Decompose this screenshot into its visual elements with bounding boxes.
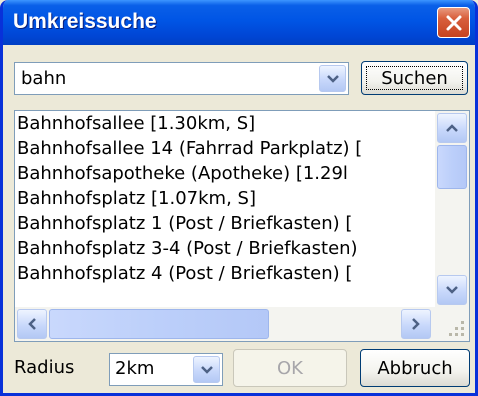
- results-list[interactable]: Bahnhofsallee [1.30km, S] Bahnhofsallee 1…: [14, 110, 470, 342]
- ok-button[interactable]: OK: [233, 349, 347, 387]
- list-item[interactable]: Bahnhofsapotheke (Apotheke) [1.29l: [15, 161, 433, 186]
- close-icon: [446, 15, 461, 30]
- search-input[interactable]: [15, 63, 313, 94]
- arrow-right-icon: [412, 318, 420, 330]
- results-items: Bahnhofsallee [1.30km, S] Bahnhofsallee 1…: [15, 111, 433, 307]
- window-title: Umkreissuche: [13, 10, 157, 33]
- scroll-up-button[interactable]: [437, 113, 467, 143]
- arrow-down-icon: [446, 286, 458, 294]
- vertical-scroll-thumb[interactable]: [437, 145, 467, 189]
- list-item[interactable]: Bahnhofsplatz 4 (Post / Briefkasten) [: [15, 261, 433, 286]
- cancel-button[interactable]: Abbruch: [360, 349, 470, 387]
- search-button-label: Suchen: [381, 67, 448, 89]
- vertical-scrollbar[interactable]: [435, 111, 469, 307]
- horizontal-scroll-thumb[interactable]: [49, 309, 269, 339]
- scroll-down-button[interactable]: [437, 275, 467, 305]
- list-item[interactable]: Bahnhofsplatz [1.07km, S]: [15, 186, 433, 211]
- list-item[interactable]: Bahnhofsallee [1.30km, S]: [15, 111, 433, 136]
- radius-dropdown-button[interactable]: [193, 356, 220, 383]
- search-combobox[interactable]: [14, 62, 349, 95]
- search-button[interactable]: Suchen: [361, 61, 468, 95]
- radius-value: 2km: [115, 358, 155, 379]
- size-grip[interactable]: [435, 307, 469, 341]
- title-bar[interactable]: Umkreissuche: [3, 0, 475, 45]
- size-grip-icon: [449, 321, 464, 336]
- chevron-down-icon: [326, 74, 339, 83]
- list-item[interactable]: Bahnhofsallee 14 (Fahrrad Parkplatz) [: [15, 136, 433, 161]
- scroll-left-button[interactable]: [17, 309, 47, 339]
- chevron-down-icon: [200, 365, 213, 374]
- umkreissuche-dialog: Umkreissuche Suchen Bahnhofsallee [1.30k…: [0, 0, 478, 396]
- scroll-right-button[interactable]: [401, 309, 431, 339]
- search-dropdown-button[interactable]: [319, 65, 346, 92]
- list-item[interactable]: Bahnhofsplatz 1 (Post / Briefkasten) [: [15, 211, 433, 236]
- arrow-up-icon: [446, 124, 458, 132]
- list-item[interactable]: Bahnhofsplatz 3-4 (Post / Briefkasten): [15, 236, 433, 261]
- radius-label: Radius: [14, 357, 75, 378]
- close-button[interactable]: [437, 7, 470, 38]
- radius-select[interactable]: 2km: [109, 353, 223, 386]
- arrow-left-icon: [28, 318, 36, 330]
- horizontal-scrollbar[interactable]: [15, 307, 435, 341]
